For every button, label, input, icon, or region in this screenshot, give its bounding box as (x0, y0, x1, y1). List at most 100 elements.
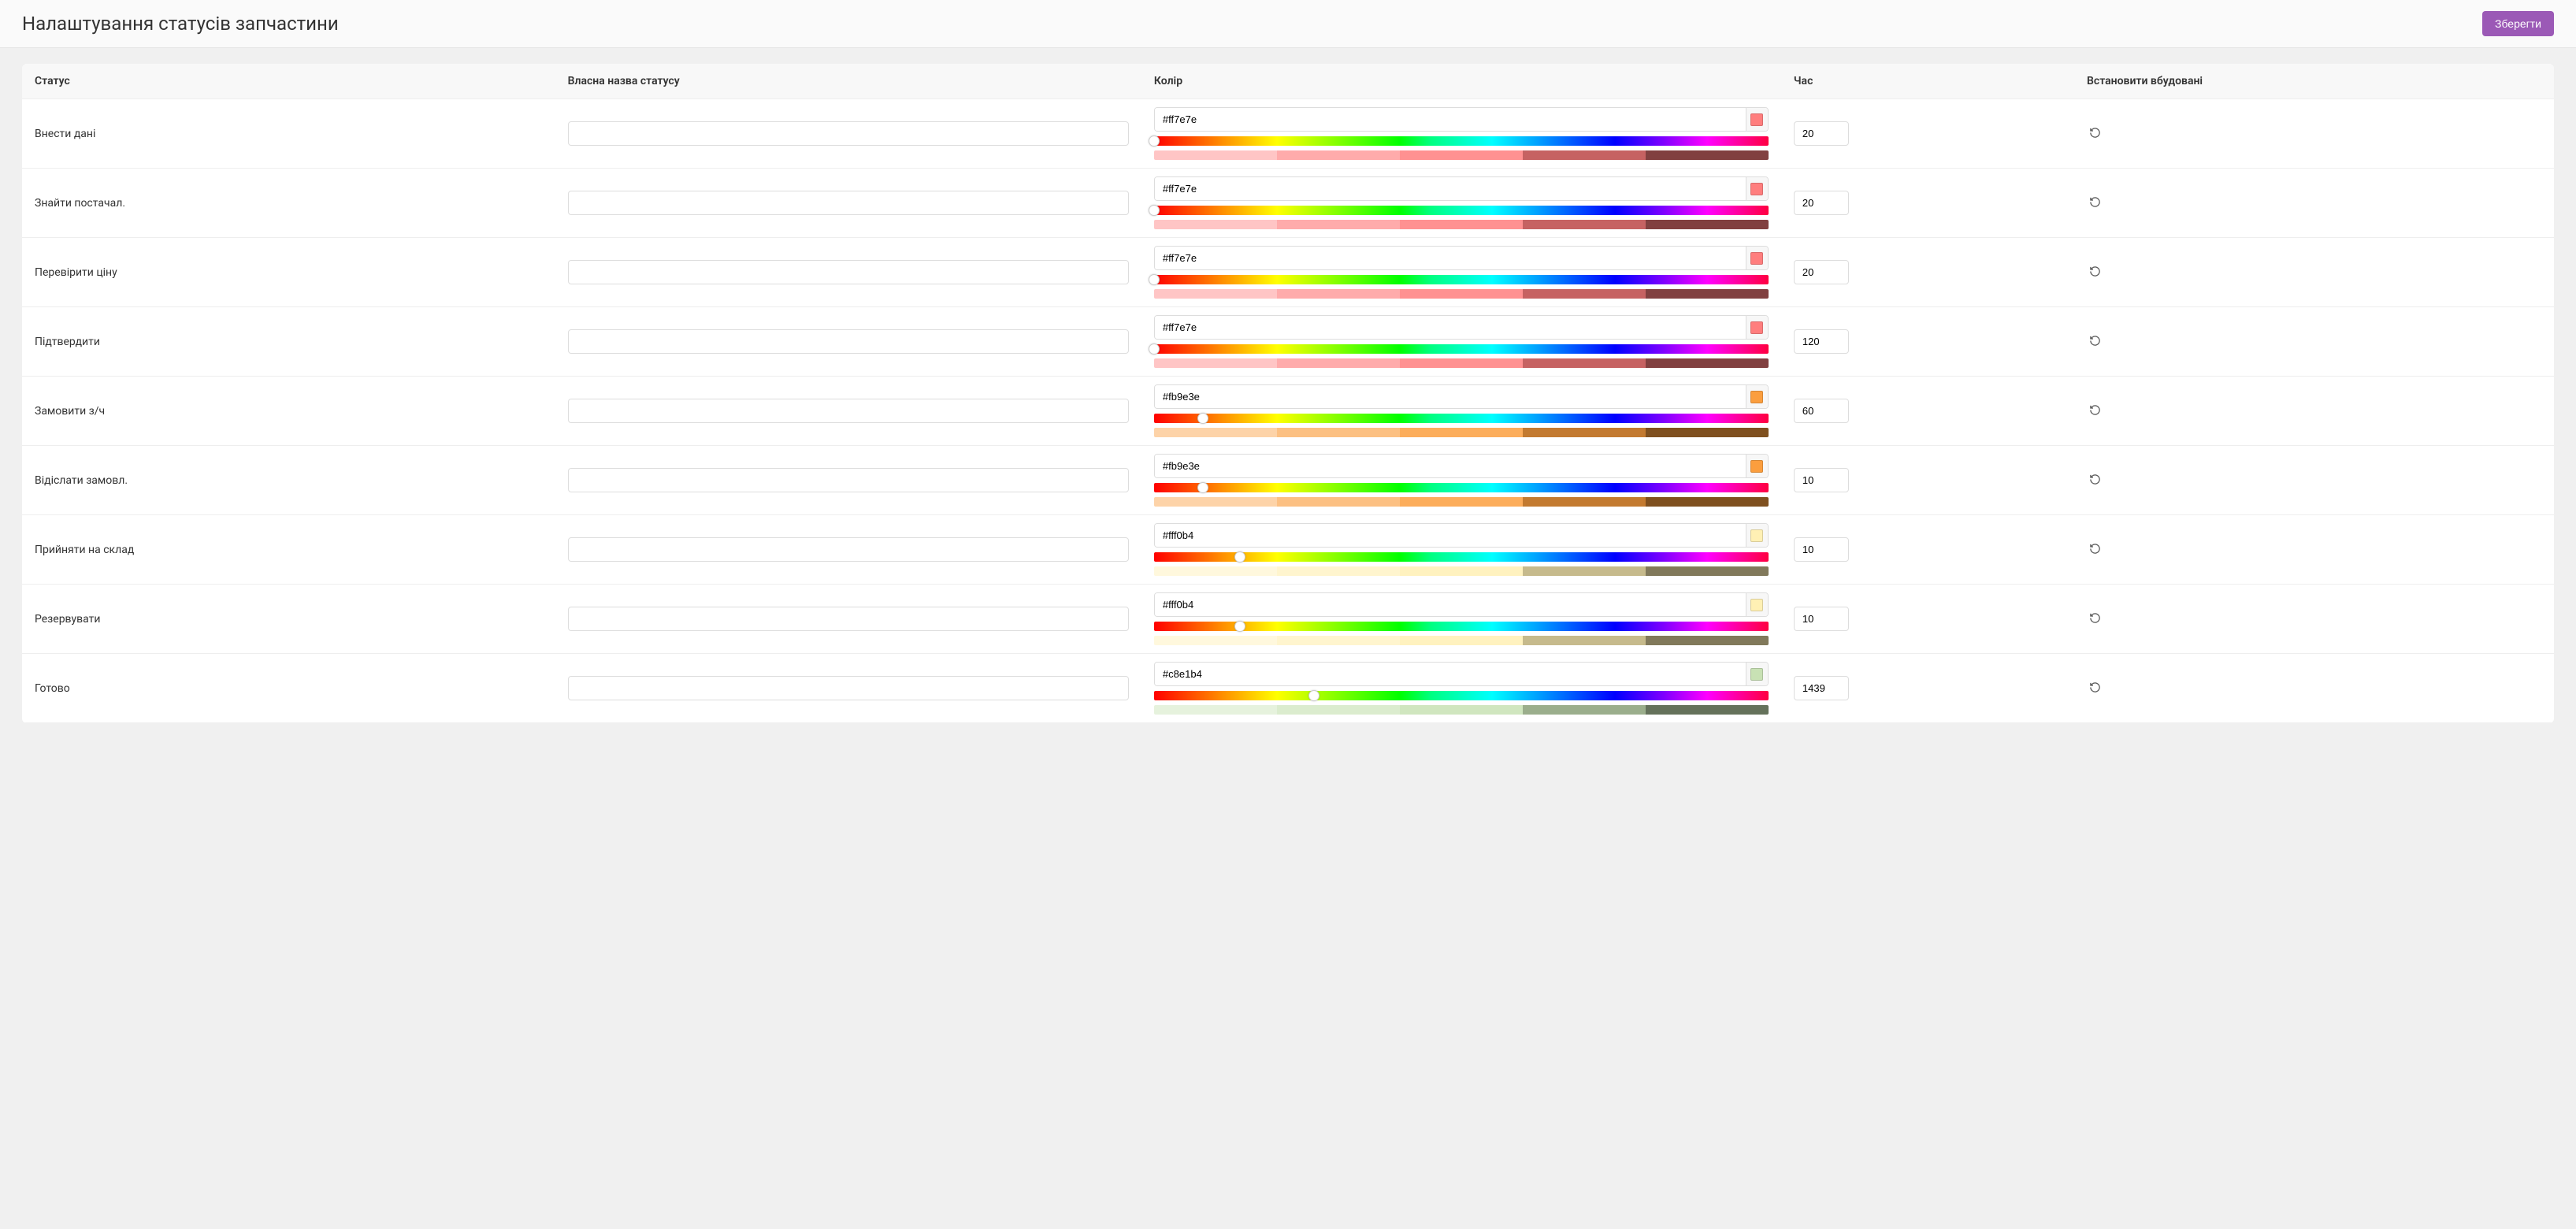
shade-swatch[interactable] (1277, 150, 1400, 160)
time-input[interactable] (1794, 468, 1849, 492)
shade-row[interactable] (1154, 358, 1769, 368)
reset-button[interactable] (2087, 403, 2103, 418)
shade-swatch[interactable] (1400, 705, 1523, 715)
color-hex-input[interactable] (1155, 593, 1746, 616)
shade-swatch[interactable] (1277, 497, 1400, 507)
hue-slider[interactable] (1154, 483, 1769, 492)
color-hex-input[interactable] (1155, 247, 1746, 269)
color-swatch-box[interactable] (1746, 663, 1768, 685)
custom-name-input[interactable] (568, 607, 1129, 631)
time-input[interactable] (1794, 399, 1849, 423)
shade-swatch[interactable] (1523, 289, 1646, 299)
color-swatch-box[interactable] (1746, 455, 1768, 477)
shade-swatch[interactable] (1400, 428, 1523, 437)
reset-button[interactable] (2087, 333, 2103, 349)
shade-swatch[interactable] (1523, 636, 1646, 645)
shade-row[interactable] (1154, 497, 1769, 507)
reset-button[interactable] (2087, 611, 2103, 626)
shade-swatch[interactable] (1400, 220, 1523, 229)
shade-swatch[interactable] (1646, 289, 1769, 299)
hue-slider[interactable] (1154, 275, 1769, 284)
reset-button[interactable] (2087, 680, 2103, 696)
color-hex-input[interactable] (1155, 524, 1746, 547)
shade-swatch[interactable] (1277, 289, 1400, 299)
hue-slider[interactable] (1154, 691, 1769, 700)
time-input[interactable] (1794, 676, 1849, 700)
hue-slider[interactable] (1154, 136, 1769, 146)
hue-slider-handle[interactable] (1149, 136, 1160, 147)
time-input[interactable] (1794, 607, 1849, 631)
color-hex-input[interactable] (1155, 385, 1746, 408)
shade-swatch[interactable] (1154, 705, 1277, 715)
shade-row[interactable] (1154, 289, 1769, 299)
shade-swatch[interactable] (1154, 566, 1277, 576)
shade-swatch[interactable] (1400, 289, 1523, 299)
shade-swatch[interactable] (1646, 220, 1769, 229)
shade-swatch[interactable] (1646, 497, 1769, 507)
hue-slider-handle[interactable] (1197, 482, 1208, 493)
shade-swatch[interactable] (1523, 428, 1646, 437)
color-swatch-box[interactable] (1746, 177, 1768, 200)
hue-slider-handle[interactable] (1308, 690, 1320, 701)
color-hex-input[interactable] (1155, 316, 1746, 339)
shade-row[interactable] (1154, 150, 1769, 160)
shade-swatch[interactable] (1646, 636, 1769, 645)
shade-swatch[interactable] (1400, 636, 1523, 645)
time-input[interactable] (1794, 121, 1849, 146)
reset-button[interactable] (2087, 472, 2103, 488)
shade-swatch[interactable] (1277, 566, 1400, 576)
time-input[interactable] (1794, 329, 1849, 354)
hue-slider-handle[interactable] (1149, 343, 1160, 355)
shade-row[interactable] (1154, 566, 1769, 576)
reset-button[interactable] (2087, 195, 2103, 210)
shade-row[interactable] (1154, 636, 1769, 645)
hue-slider[interactable] (1154, 622, 1769, 631)
color-swatch-box[interactable] (1746, 316, 1768, 339)
shade-swatch[interactable] (1154, 220, 1277, 229)
hue-slider-handle[interactable] (1234, 621, 1245, 632)
reset-button[interactable] (2087, 264, 2103, 280)
hue-slider-handle[interactable] (1234, 551, 1245, 563)
shade-swatch[interactable] (1154, 289, 1277, 299)
custom-name-input[interactable] (568, 676, 1129, 700)
shade-swatch[interactable] (1154, 358, 1277, 368)
shade-swatch[interactable] (1400, 566, 1523, 576)
color-hex-input[interactable] (1155, 663, 1746, 685)
hue-slider-handle[interactable] (1149, 205, 1160, 216)
reset-button[interactable] (2087, 541, 2103, 557)
time-input[interactable] (1794, 260, 1849, 284)
color-swatch-box[interactable] (1746, 247, 1768, 269)
save-button[interactable]: Зберегти (2482, 11, 2554, 36)
hue-slider-handle[interactable] (1149, 274, 1160, 285)
shade-swatch[interactable] (1400, 358, 1523, 368)
time-input[interactable] (1794, 537, 1849, 562)
custom-name-input[interactable] (568, 121, 1129, 146)
custom-name-input[interactable] (568, 399, 1129, 423)
shade-swatch[interactable] (1523, 220, 1646, 229)
shade-row[interactable] (1154, 428, 1769, 437)
color-swatch-box[interactable] (1746, 108, 1768, 131)
shade-swatch[interactable] (1646, 705, 1769, 715)
color-swatch-box[interactable] (1746, 593, 1768, 616)
custom-name-input[interactable] (568, 191, 1129, 215)
shade-swatch[interactable] (1646, 150, 1769, 160)
shade-row[interactable] (1154, 220, 1769, 229)
shade-swatch[interactable] (1523, 497, 1646, 507)
shade-swatch[interactable] (1154, 428, 1277, 437)
shade-swatch[interactable] (1646, 428, 1769, 437)
color-hex-input[interactable] (1155, 108, 1746, 131)
shade-swatch[interactable] (1277, 358, 1400, 368)
custom-name-input[interactable] (568, 468, 1129, 492)
shade-swatch[interactable] (1400, 497, 1523, 507)
shade-swatch[interactable] (1523, 705, 1646, 715)
shade-swatch[interactable] (1277, 705, 1400, 715)
hue-slider[interactable] (1154, 552, 1769, 562)
reset-button[interactable] (2087, 125, 2103, 141)
custom-name-input[interactable] (568, 329, 1129, 354)
shade-swatch[interactable] (1523, 358, 1646, 368)
shade-swatch[interactable] (1154, 636, 1277, 645)
color-hex-input[interactable] (1155, 177, 1746, 200)
hue-slider[interactable] (1154, 344, 1769, 354)
color-hex-input[interactable] (1155, 455, 1746, 477)
shade-swatch[interactable] (1646, 358, 1769, 368)
